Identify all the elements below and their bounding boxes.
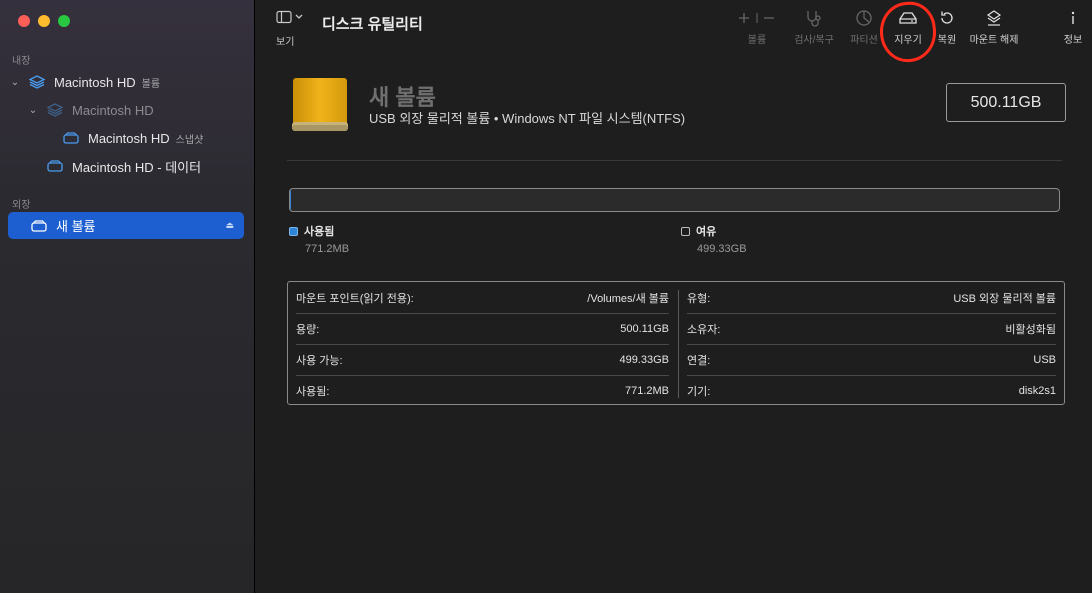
view-button[interactable]: 보기: [276, 10, 312, 48]
drive-icon: [46, 159, 64, 173]
info-key: 사용됨:: [296, 385, 330, 398]
external-drive-icon: [30, 219, 48, 233]
info-row: 마운트 포인트(읽기 전용): /Volumes/새 볼륨: [288, 282, 677, 313]
info-row: 소유자: 비활성화됨: [679, 313, 1064, 344]
info-key: 소유자:: [687, 323, 721, 336]
info-key: 유형:: [687, 292, 711, 305]
info-value: 499.33GB: [619, 353, 669, 366]
info-key: 사용 가능:: [296, 354, 343, 367]
info-value: 비활성화됨: [1005, 323, 1056, 336]
used-value: 771.2MB: [305, 243, 350, 255]
usage-bar-used: [290, 189, 292, 211]
info-icon: [1060, 8, 1086, 28]
free-value: 499.33GB: [697, 243, 747, 255]
partition-label: 파티션: [850, 35, 878, 46]
sidebar-item-label: 새 볼륨: [56, 219, 96, 234]
app-title: 디스크 유틸리티: [322, 16, 423, 33]
plus-minus-icon: [736, 8, 778, 28]
window-controls: [18, 15, 70, 27]
restore-icon: [934, 8, 960, 28]
capacity-badge: 500.11GB: [946, 83, 1066, 122]
sidebar: 내장 ⌄ Macintosh HD 볼륨 ⌄ Macintosh HD Maci…: [0, 0, 255, 593]
info-value: 500.11GB: [620, 322, 669, 335]
section-label-external: 외장: [12, 200, 31, 211]
info-value: USB: [1033, 353, 1056, 366]
info-value: 771.2MB: [624, 384, 669, 397]
sidebar-item-macintosh-hd-volume[interactable]: ⌄ Macintosh HD 볼륨: [8, 69, 248, 95]
info-column-right: 유형: USB 외장 물리적 볼륨 소유자: 비활성화됨 연결: USB 기기:…: [678, 290, 1064, 398]
sidebar-item-label: Macintosh HD: [88, 130, 170, 146]
sidebar-item-label: Macintosh HD: [54, 74, 136, 90]
sidebar-item-label: Macintosh HD: [72, 102, 154, 118]
info-key: 기기:: [687, 385, 711, 398]
drive-icon: [62, 131, 80, 145]
info-value: disk2s1: [1018, 384, 1056, 397]
info-value: /Volumes/새 볼륨: [587, 292, 669, 305]
sidebar-item-sublabel: 볼륨: [141, 78, 161, 90]
info-row: 사용됨: 771.2MB: [288, 375, 677, 406]
sidebar-item-label: Macintosh HD - 데이터: [72, 159, 202, 175]
divider: [287, 160, 1062, 161]
sidebar-item-macintosh-hd-data[interactable]: Macintosh HD - 데이터: [46, 153, 251, 179]
first-aid-label: 검사/복구: [794, 35, 834, 46]
info-key: 연결:: [687, 354, 711, 367]
pie-icon: [846, 8, 882, 28]
restore-button[interactable]: 복원: [934, 8, 960, 46]
info-key: 용량:: [296, 323, 320, 336]
info-row: 유형: USB 외장 물리적 볼륨: [679, 282, 1064, 313]
legend-free: 여유: [681, 223, 716, 239]
info-table: 마운트 포인트(읽기 전용): /Volumes/새 볼륨 용량: 500.11…: [287, 281, 1065, 405]
legend-used: 사용됨: [289, 223, 334, 239]
layers-icon: [28, 75, 46, 89]
external-drive-large-icon: [290, 76, 350, 134]
sidebar-item-sublabel: 스냅샷: [175, 134, 204, 146]
sidebar-toggle-icon: [276, 10, 312, 27]
info-label: 정보: [1063, 35, 1083, 46]
section-label-internal: 내장: [12, 56, 31, 67]
close-window-button[interactable]: [18, 15, 30, 27]
partition-button[interactable]: 파티션: [846, 8, 882, 46]
toolbar: 보기 디스크 유틸리티 볼륨 검사/복구 파티션 지우기 복원 마운트 해제 정…: [256, 0, 1092, 65]
annotation-circle: [877, 0, 939, 65]
used-swatch: [289, 226, 298, 236]
view-label: 보기: [276, 37, 295, 48]
info-key: 마운트 포인트(읽기 전용):: [296, 292, 414, 305]
sidebar-item-new-volume[interactable]: 새 볼륨 ⏏: [8, 212, 244, 239]
first-aid-button[interactable]: 검사/복구: [790, 8, 838, 46]
chevron-down-icon[interactable]: ⌄: [26, 105, 40, 116]
eject-icon[interactable]: ⏏: [225, 220, 234, 231]
info-row: 연결: USB: [679, 344, 1064, 375]
info-row: 용량: 500.11GB: [288, 313, 677, 344]
unmount-label: 마운트 해제: [969, 35, 1019, 46]
stethoscope-icon: [790, 8, 838, 28]
volume-label: 볼륨: [747, 35, 767, 46]
used-label: 사용됨: [304, 226, 335, 238]
minimize-window-button[interactable]: [38, 15, 50, 27]
volume-button[interactable]: 볼륨: [736, 8, 778, 46]
main-panel: 보기 디스크 유틸리티 볼륨 검사/복구 파티션 지우기 복원 마운트 해제 정…: [256, 0, 1092, 593]
unmount-icon: [966, 8, 1022, 28]
chevron-down-icon[interactable]: ⌄: [8, 77, 22, 88]
usage-bar: [289, 188, 1060, 212]
sidebar-item-macintosh-hd-snapshot[interactable]: Macintosh HD 스냅샷: [62, 125, 252, 151]
info-row: 사용 가능: 499.33GB: [288, 344, 677, 375]
sidebar-item-macintosh-hd-container[interactable]: ⌄ Macintosh HD: [26, 97, 246, 123]
volume-description: USB 외장 물리적 볼륨 • Windows NT 파일 시스템(NTFS): [369, 111, 686, 126]
free-label: 여유: [696, 226, 717, 238]
zoom-window-button[interactable]: [58, 15, 70, 27]
info-column-left: 마운트 포인트(읽기 전용): /Volumes/새 볼륨 용량: 500.11…: [288, 282, 677, 404]
free-swatch: [681, 226, 690, 236]
restore-label: 복원: [937, 35, 957, 46]
info-button[interactable]: 정보: [1060, 8, 1086, 46]
info-row: 기기: disk2s1: [679, 375, 1064, 406]
info-value: USB 외장 물리적 볼륨: [953, 292, 1056, 305]
layers-icon: [46, 103, 64, 117]
unmount-button[interactable]: 마운트 해제: [966, 8, 1022, 46]
